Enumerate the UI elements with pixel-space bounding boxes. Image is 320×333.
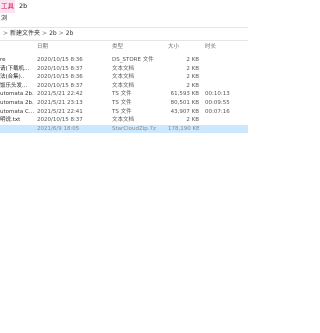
file-date: 2020/10/15 8:37 xyxy=(37,65,83,72)
file-date: 2020/10/15 8:37 xyxy=(37,82,83,89)
file-list: re 2020/10/15 8:36 DS_STORE 文件 2 KB 请(下载… xyxy=(0,56,248,134)
file-type: 文本文档 xyxy=(112,65,135,72)
file-date: 2021/6/9 18:05 xyxy=(37,125,80,132)
file-size: 178,190 KB xyxy=(168,125,199,132)
file-size: 2 KB xyxy=(186,65,199,72)
column-header-length[interactable]: 时长 xyxy=(205,42,248,53)
file-date: 2021/5/21 23:13 xyxy=(37,99,83,106)
file-date: 2021/5/21 22:42 xyxy=(37,91,83,98)
ribbon-tabs: 工具 2b xyxy=(0,0,248,13)
file-name: re xyxy=(0,57,6,63)
file-size: 80,501 KB xyxy=(170,99,199,106)
breadcrumb: > 新建文件夹 >2b >2b xyxy=(1,28,73,40)
file-type: TS 文件 xyxy=(112,108,132,115)
column-header: 日期 类型 大小 时长 xyxy=(0,42,248,53)
file-date: 2021/5/21 22:41 xyxy=(37,108,83,115)
file-name: utomata 2b... xyxy=(0,91,34,98)
chevron-right-icon: > xyxy=(3,30,9,37)
file-type: 文本文档 xyxy=(112,82,135,89)
address-bar[interactable]: > 新建文件夹 >2b >2b xyxy=(0,27,248,41)
column-header-size[interactable]: 大小 xyxy=(168,42,199,53)
table-row[interactable]: 饭乐头发... 2020/10/15 8:37 文本文档 2 KB xyxy=(0,82,248,91)
breadcrumb-item[interactable]: 2b xyxy=(49,30,57,37)
file-name: 法(合集).. xyxy=(0,74,25,81)
file-name: utomata 2b... xyxy=(0,99,34,106)
file-name: 明说.txt xyxy=(0,117,21,124)
file-size: 2 KB xyxy=(186,117,199,124)
file-length: 00:10:13 xyxy=(205,91,230,98)
file-date: 2020/10/15 8:36 xyxy=(37,57,83,63)
file-size: 43,907 KB xyxy=(170,108,199,115)
file-size: 2 KB xyxy=(186,74,199,81)
breadcrumb-item[interactable]: 新建文件夹 xyxy=(10,30,40,37)
file-type: 文本文档 xyxy=(112,117,135,124)
file-size: 2 KB xyxy=(186,57,199,63)
file-name: 请(下载机... xyxy=(0,65,30,72)
chevron-right-icon: > xyxy=(58,30,64,37)
file-date: 2020/10/15 8:37 xyxy=(37,117,83,124)
tab-view[interactable]: 浏 xyxy=(0,14,7,24)
window-title: 2b xyxy=(19,2,28,10)
table-row[interactable]: 请(下载机... 2020/10/15 8:37 文本文档 2 KB xyxy=(0,65,248,74)
column-header-date[interactable]: 日期 xyxy=(37,42,109,53)
table-row[interactable]: utomata 2b... 2021/5/21 22:42 TS 文件 61,5… xyxy=(0,90,248,99)
column-header-type[interactable]: 类型 xyxy=(112,42,168,53)
file-type: StarCloudZip.7z xyxy=(112,125,156,132)
file-name: utomata C... xyxy=(0,108,34,115)
tab-tools[interactable]: 工具 xyxy=(0,0,15,13)
chevron-right-icon: > xyxy=(42,30,48,37)
file-size: 2 KB xyxy=(186,82,199,89)
table-row[interactable]: re 2020/10/15 8:36 DS_STORE 文件 2 KB xyxy=(0,56,248,65)
file-name: 饭乐头发... xyxy=(0,82,28,89)
table-row[interactable]: utomata 2b... 2021/5/21 23:13 TS 文件 80,5… xyxy=(0,99,248,108)
table-row-selected[interactable]: 2021/6/9 18:05 StarCloudZip.7z 178,190 K… xyxy=(0,124,248,134)
file-length: 00:09:55 xyxy=(205,99,230,106)
table-row[interactable]: 明说.txt 2020/10/15 8:37 文本文档 2 KB xyxy=(0,116,248,125)
file-type: 文本文档 xyxy=(112,74,135,81)
file-type: TS 文件 xyxy=(112,91,132,98)
file-date: 2020/10/15 8:36 xyxy=(37,74,83,81)
file-type: TS 文件 xyxy=(112,99,132,106)
file-size: 61,593 KB xyxy=(170,91,199,98)
breadcrumb-item[interactable]: 2b xyxy=(66,30,74,37)
table-row[interactable]: utomata C... 2021/5/21 22:41 TS 文件 43,90… xyxy=(0,108,248,117)
file-type: DS_STORE 文件 xyxy=(112,57,154,63)
file-length: 00:07:16 xyxy=(205,108,230,115)
table-row[interactable]: 法(合集).. 2020/10/15 8:36 文本文档 2 KB xyxy=(0,73,248,82)
